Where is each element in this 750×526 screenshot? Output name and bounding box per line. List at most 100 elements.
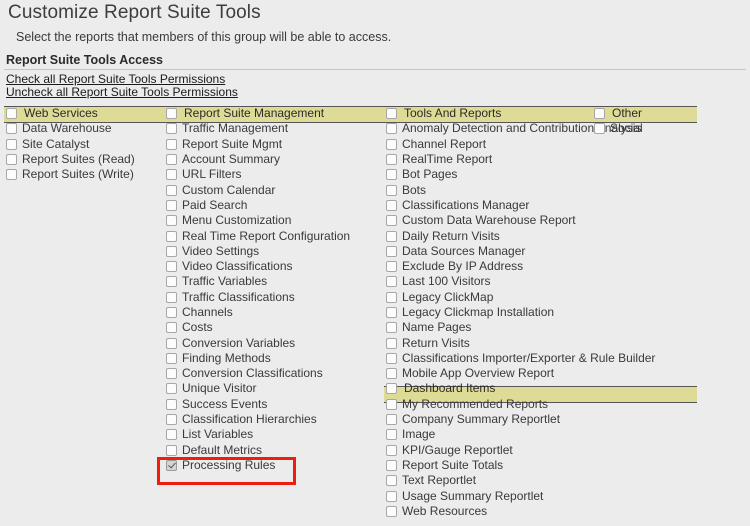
checkbox-real-time-report-configuration[interactable] [166, 230, 177, 242]
checkbox-report-suite-totals[interactable] [386, 459, 397, 471]
checkbox-costs[interactable] [166, 322, 177, 334]
checkbox-daily-return-visits[interactable] [386, 230, 397, 242]
permission-row-classification-hierarchies[interactable]: Classification Hierarchies [166, 412, 386, 427]
permission-row-company-summary-reportlet[interactable]: Company Summary Reportlet [386, 412, 696, 427]
permission-row-traffic-management[interactable]: Traffic Management [166, 121, 386, 136]
checkbox-classifications-manager[interactable] [386, 199, 397, 211]
permission-row-conversion-variables[interactable]: Conversion Variables [166, 335, 386, 350]
permission-row-success-events[interactable]: Success Events [166, 397, 386, 412]
checkbox-return-visits[interactable] [386, 337, 397, 349]
checkbox-report-suites-write[interactable] [6, 169, 17, 181]
checkbox-url-filters[interactable] [166, 169, 177, 181]
permission-row-image[interactable]: Image [386, 427, 696, 442]
checkbox-report-suite-mgmt[interactable] [166, 138, 177, 150]
checkbox-conversion-classifications[interactable] [166, 368, 177, 380]
permission-row-real-time-report-configuration[interactable]: Real Time Report Configuration [166, 228, 386, 243]
permission-row-custom-calendar[interactable]: Custom Calendar [166, 182, 386, 197]
permission-row-video-settings[interactable]: Video Settings [166, 244, 386, 259]
permission-row-legacy-clickmap-installation[interactable]: Legacy Clickmap Installation [386, 305, 696, 320]
checkbox-classification-hierarchies[interactable] [166, 414, 177, 426]
permission-row-last-100-visitors[interactable]: Last 100 Visitors [386, 274, 696, 289]
permission-row-channels[interactable]: Channels [166, 305, 386, 320]
permission-row-paid-search[interactable]: Paid Search [166, 198, 386, 213]
checkbox-success-events[interactable] [166, 398, 177, 410]
permission-row-kpi-gauge-reportlet[interactable]: KPI/Gauge Reportlet [386, 443, 696, 458]
permission-row-account-summary[interactable]: Account Summary [166, 152, 386, 167]
checkbox-processing-rules[interactable] [166, 459, 177, 471]
checkbox-video-settings[interactable] [166, 245, 177, 257]
permission-row-mobile-app-overview-report[interactable]: Mobile App Overview Report [386, 366, 696, 381]
permission-row-name-pages[interactable]: Name Pages [386, 320, 696, 335]
checkbox-my-recommended-reports[interactable] [386, 398, 397, 410]
permission-row-default-metrics[interactable]: Default Metrics [166, 443, 386, 458]
permission-row-bot-pages[interactable]: Bot Pages [386, 167, 696, 182]
permission-row-unique-visitor[interactable]: Unique Visitor [166, 381, 386, 396]
checkbox-usage-summary-reportlet[interactable] [386, 490, 397, 502]
checkbox-report-suites-read[interactable] [6, 154, 17, 166]
permission-row-channel-report[interactable]: Channel Report [386, 137, 696, 152]
checkbox-channels[interactable] [166, 307, 177, 318]
checkbox-realtime-report[interactable] [386, 154, 397, 166]
permission-row-traffic-classifications[interactable]: Traffic Classifications [166, 290, 386, 305]
checkbox-menu-customization[interactable] [166, 215, 177, 227]
group-header-row-report-suite-management[interactable]: Report Suite Management [166, 106, 386, 121]
checkbox-anomaly-detection-and-contribution-analysis[interactable] [386, 123, 397, 135]
checkbox-classifications-importer-exporter-rule-builder[interactable] [386, 352, 397, 364]
checkbox-dashboard-items[interactable] [386, 383, 397, 395]
checkbox-legacy-clickmap-installation[interactable] [386, 307, 397, 318]
permission-row-traffic-variables[interactable]: Traffic Variables [166, 274, 386, 289]
permission-row-bots[interactable]: Bots [386, 182, 696, 197]
checkbox-bot-pages[interactable] [386, 169, 397, 181]
checkbox-conversion-variables[interactable] [166, 337, 177, 349]
checkbox-text-reportlet[interactable] [386, 475, 397, 487]
checkbox-exclude-by-ip-address[interactable] [386, 261, 397, 273]
permission-row-finding-methods[interactable]: Finding Methods [166, 351, 386, 366]
permission-row-exclude-by-ip-address[interactable]: Exclude By IP Address [386, 259, 696, 274]
permission-row-my-recommended-reports[interactable]: My Recommended Reports [386, 397, 696, 412]
checkbox-account-summary[interactable] [166, 154, 177, 166]
checkbox-finding-methods[interactable] [166, 352, 177, 364]
permission-row-classifications-importer-exporter-rule-builder[interactable]: Classifications Importer/Exporter & Rule… [386, 351, 696, 366]
checkbox-data-sources-manager[interactable] [386, 245, 397, 257]
permission-row-report-suites-read[interactable]: Report Suites (Read) [6, 152, 166, 167]
checkbox-report-suite-management[interactable] [166, 108, 177, 120]
permission-row-site-catalyst[interactable]: Site Catalyst [6, 137, 166, 152]
checkbox-custom-calendar[interactable] [166, 184, 177, 196]
permission-row-report-suite-mgmt[interactable]: Report Suite Mgmt [166, 137, 386, 152]
checkbox-kpi-gauge-reportlet[interactable] [386, 444, 397, 456]
checkbox-paid-search[interactable] [166, 199, 177, 211]
permission-row-realtime-report[interactable]: RealTime Report [386, 152, 696, 167]
permission-row-return-visits[interactable]: Return Visits [386, 335, 696, 350]
group-header-row-other[interactable]: Other [594, 106, 704, 121]
checkbox-mobile-app-overview-report[interactable] [386, 368, 397, 380]
permission-row-report-suite-totals[interactable]: Report Suite Totals [386, 458, 696, 473]
permission-row-custom-data-warehouse-report[interactable]: Custom Data Warehouse Report [386, 213, 696, 228]
checkbox-company-summary-reportlet[interactable] [386, 414, 397, 426]
checkbox-list-variables[interactable] [166, 429, 177, 441]
group-header-row-dashboard-items[interactable]: Dashboard Items [386, 381, 696, 396]
checkbox-bots[interactable] [386, 184, 397, 196]
checkbox-video-classifications[interactable] [166, 261, 177, 273]
checkbox-data-warehouse[interactable] [6, 123, 17, 135]
permission-row-data-sources-manager[interactable]: Data Sources Manager [386, 244, 696, 259]
checkbox-tools-and-reports[interactable] [386, 108, 397, 120]
checkbox-unique-visitor[interactable] [166, 383, 177, 395]
permission-row-legacy-clickmap[interactable]: Legacy ClickMap [386, 290, 696, 305]
permission-row-url-filters[interactable]: URL Filters [166, 167, 386, 182]
permission-row-video-classifications[interactable]: Video Classifications [166, 259, 386, 274]
checkbox-custom-data-warehouse-report[interactable] [386, 215, 397, 227]
checkbox-last-100-visitors[interactable] [386, 276, 397, 288]
check-all-permissions-link[interactable]: Check all Report Suite Tools Permissions [6, 72, 225, 86]
permission-row-costs[interactable]: Costs [166, 320, 386, 335]
permission-row-conversion-classifications[interactable]: Conversion Classifications [166, 366, 386, 381]
checkbox-traffic-variables[interactable] [166, 276, 177, 288]
checkbox-site-catalyst[interactable] [6, 138, 17, 150]
permission-row-classifications-manager[interactable]: Classifications Manager [386, 198, 696, 213]
checkbox-web-resources[interactable] [386, 505, 397, 517]
checkbox-legacy-clickmap[interactable] [386, 291, 397, 303]
permission-row-report-suites-write[interactable]: Report Suites (Write) [6, 167, 166, 182]
checkbox-web-services[interactable] [6, 108, 17, 120]
permission-row-usage-summary-reportlet[interactable]: Usage Summary Reportlet [386, 488, 696, 503]
checkbox-image[interactable] [386, 429, 397, 441]
permission-row-web-resources[interactable]: Web Resources [386, 504, 696, 519]
